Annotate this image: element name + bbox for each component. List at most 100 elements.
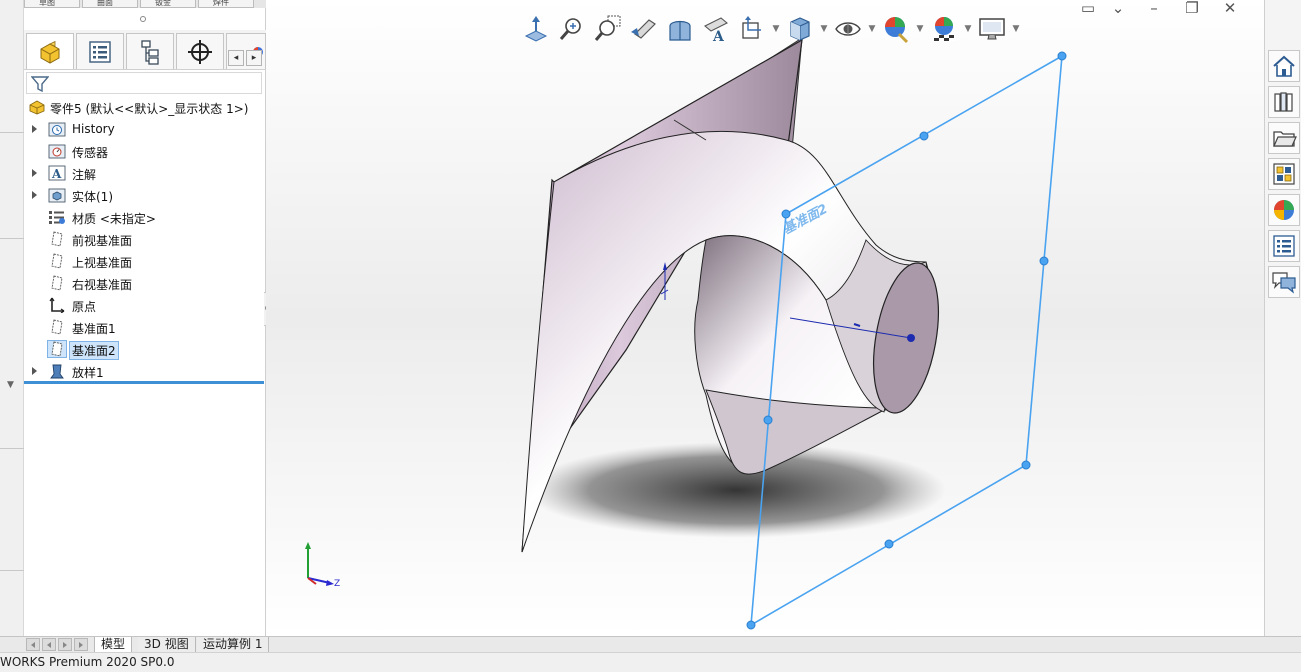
task-pane-forum[interactable] — [1268, 266, 1300, 298]
feature-filter[interactable] — [26, 72, 262, 94]
zoom-to-area-button[interactable] — [590, 11, 626, 47]
hide-show-items-icon — [835, 22, 861, 36]
expand-arrow-icon[interactable] — [32, 191, 37, 199]
view-settings-button[interactable] — [974, 11, 1010, 47]
sensor-icon — [48, 144, 66, 159]
tree-item-label: 原点 — [72, 300, 97, 314]
svg-text:A: A — [51, 167, 62, 181]
tree-root-part[interactable]: 零件5 (默认<<默认>_显示状态 1>) — [24, 96, 264, 118]
close-button[interactable]: ✕ — [1216, 0, 1244, 18]
tree-item-annotations[interactable]: A 注解 — [24, 162, 264, 184]
plane-icon — [47, 340, 67, 358]
task-pane-home[interactable] — [1268, 50, 1300, 82]
plane-icon — [51, 319, 63, 335]
tree-item-label: 传感器 — [72, 146, 109, 160]
tree-item-history[interactable]: History — [24, 118, 264, 140]
task-pane-view-palette[interactable] — [1268, 158, 1300, 190]
tree-item-plane1[interactable]: 基准面1 — [24, 316, 264, 338]
display-style-dropdown[interactable]: ▼ — [818, 11, 830, 47]
tree-item-front-plane[interactable]: 前视基准面 — [24, 228, 264, 250]
expand-arrow-icon[interactable] — [32, 367, 37, 375]
feature-manager-panel: 草图 曲面 钣金 焊件 ◂ ▸ 零件5 (默认<<默认>_显示状态 1>) Hi… — [24, 0, 270, 636]
tab-feature-manager[interactable] — [26, 33, 74, 69]
apply-scene-button[interactable] — [926, 11, 962, 47]
forum-icon — [1272, 272, 1296, 294]
tab-scroll-left-button[interactable]: ◂ — [228, 50, 244, 66]
design-library-icon — [1274, 92, 1293, 112]
command-tab[interactable]: 焊件 — [198, 0, 254, 8]
tab-configuration-manager[interactable] — [126, 33, 174, 69]
tree-item-solid-bodies[interactable]: 实体(1) — [24, 184, 264, 206]
tab-dimxpert-manager[interactable] — [176, 33, 224, 69]
model-scene: 基准面2 — [266, 0, 1264, 636]
display-style-button[interactable] — [782, 11, 818, 47]
section-view-icon — [669, 20, 691, 41]
graphics-area[interactable]: 基准面2 A ▼ ▼ ▼ ▼ ▼ ▼ ▭ ⌄ – ❐ ✕ Z — [266, 0, 1264, 636]
custom-properties-icon — [1273, 235, 1295, 257]
task-pane-design-library[interactable] — [1268, 86, 1300, 118]
dynamic-annotation-icon: A — [704, 17, 728, 44]
edit-appearance-button[interactable] — [878, 11, 914, 47]
collapse-arrow-icon[interactable]: ▼ — [7, 380, 14, 390]
solidworks-window: ▼ 草图 曲面 钣金 焊件 ◂ ▸ 零件5 (默认<<默认>_显示状态 1>) … — [0, 0, 1301, 672]
view-orientation-button[interactable] — [518, 11, 554, 47]
command-tab[interactable]: 钣金 — [140, 0, 196, 8]
options-dropdown[interactable]: ⌄ — [1104, 0, 1132, 18]
filter-funnel-icon — [31, 76, 49, 92]
tab-nav-first-button[interactable] — [26, 638, 40, 651]
command-tab[interactable]: 曲面 — [82, 0, 138, 8]
options-box[interactable]: ▭ — [1074, 0, 1102, 18]
dynamic-annotation-button[interactable]: A — [698, 11, 734, 47]
previous-view-icon — [631, 19, 656, 39]
tree-item-label: 基准面2 — [69, 341, 119, 360]
tree-item-origin[interactable]: 原点 — [24, 294, 264, 316]
expand-arrow-icon[interactable] — [32, 169, 37, 177]
tab-nav-next-button[interactable] — [58, 638, 72, 651]
tab-model[interactable]: 模型 — [94, 637, 133, 652]
view-orientation-box-button[interactable] — [734, 11, 770, 47]
tree-item-top-plane[interactable]: 上视基准面 — [24, 250, 264, 272]
tab-nav-prev-button[interactable] — [42, 638, 56, 651]
tab-scroll-right-button[interactable]: ▸ — [246, 50, 262, 66]
restore-button[interactable]: ❐ — [1178, 0, 1206, 18]
zoom-to-fit-button[interactable] — [554, 11, 590, 47]
apply-scene-dropdown[interactable]: ▼ — [962, 11, 974, 47]
history-icon — [48, 122, 66, 137]
configuration-icon — [141, 39, 159, 65]
tree-item-plane2[interactable]: 基准面2 — [24, 338, 264, 360]
task-pane-appearances[interactable] — [1268, 194, 1300, 226]
tree-item-label: 放样1 — [72, 366, 104, 380]
zoom-to-fit-icon — [559, 18, 581, 40]
tree-item-right-plane[interactable]: 右视基准面 — [24, 272, 264, 294]
section-view-button[interactable] — [662, 11, 698, 47]
minimize-button[interactable]: – — [1140, 0, 1168, 18]
command-tab[interactable]: 草图 — [24, 0, 80, 8]
panel-grip-icon[interactable] — [140, 16, 146, 22]
tab-3d-view[interactable]: 3D 视图 — [138, 637, 196, 652]
tab-property-manager[interactable] — [76, 33, 124, 69]
command-manager-tabs: 草图 曲面 钣金 焊件 — [24, 0, 270, 8]
rollback-bar[interactable] — [24, 381, 264, 384]
tab-motion-study-1[interactable]: 运动算例 1 — [197, 637, 270, 652]
view-orientation-dropdown[interactable]: ▼ — [770, 11, 782, 47]
plane-icon — [51, 253, 63, 269]
view-settings-dropdown[interactable]: ▼ — [1010, 11, 1022, 47]
expand-arrow-icon[interactable] — [32, 125, 37, 133]
task-pane — [1264, 0, 1301, 636]
task-pane-custom-properties[interactable] — [1268, 230, 1300, 262]
edit-appearance-icon — [885, 17, 909, 44]
tree-item-loft1[interactable]: 放样1 — [24, 360, 264, 382]
hide-show-dropdown[interactable]: ▼ — [866, 11, 878, 47]
view-orientation-icon — [524, 16, 548, 42]
hide-show-items-button[interactable] — [830, 11, 866, 47]
tab-nav-last-button[interactable] — [74, 638, 88, 651]
edit-appearance-dropdown[interactable]: ▼ — [914, 11, 926, 47]
previous-view-button[interactable] — [626, 11, 662, 47]
tree-item-sensors[interactable]: 传感器 — [24, 140, 264, 162]
appearances-icon — [1274, 200, 1294, 220]
tree-item-material[interactable]: 材质 <未指定> — [24, 206, 264, 228]
task-pane-file-explorer[interactable] — [1268, 122, 1300, 154]
tree-item-label: 基准面1 — [72, 322, 116, 336]
zoom-to-area-icon — [594, 15, 621, 41]
tree-item-label: 实体(1) — [72, 190, 113, 204]
